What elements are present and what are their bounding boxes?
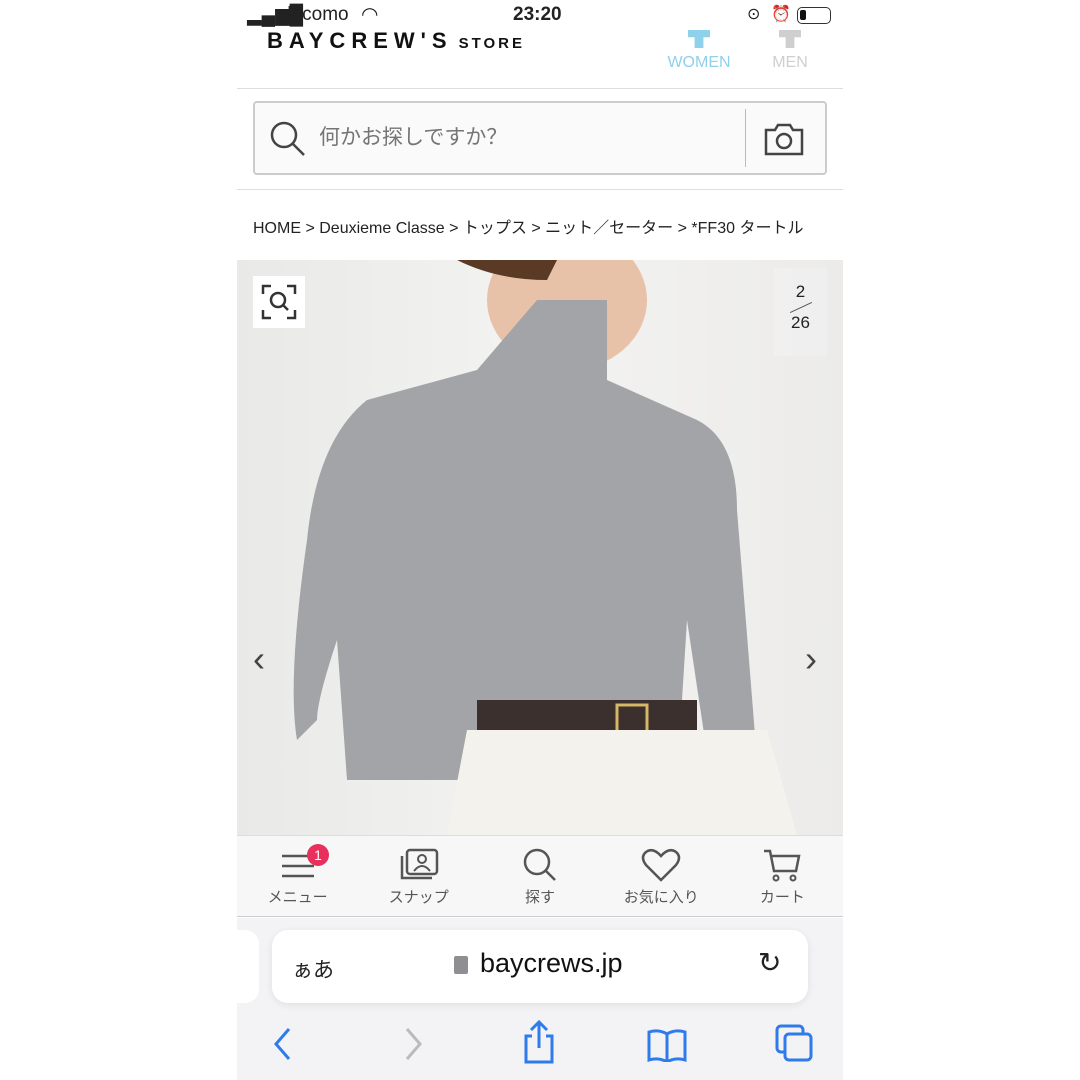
browser-toolbar: ぁあ baycrews.jp ↻ — [237, 918, 843, 1080]
snap-icon — [400, 848, 439, 880]
lock-icon — [454, 956, 468, 974]
nav-snap[interactable]: スナップ — [358, 836, 479, 916]
share-icon[interactable] — [522, 1020, 556, 1064]
search-bar[interactable] — [253, 101, 827, 175]
product-image[interactable]: 2 26 ‹ › — [237, 260, 843, 835]
breadcrumb-current: *FF30 タートル — [691, 220, 804, 237]
notification-badge: 1 — [307, 844, 329, 866]
nav-label: 探す — [525, 889, 556, 906]
cart-icon — [764, 849, 801, 882]
url-text: baycrews.jp — [480, 948, 623, 978]
prev-tab-preview[interactable] — [237, 930, 259, 1003]
breadcrumb-separator: > — [305, 220, 315, 237]
nav-label: スナップ — [388, 889, 449, 906]
search-icon — [523, 848, 556, 881]
clock: 23:20 — [513, 4, 562, 25]
breadcrumb-brand[interactable]: Deuxieme Classe — [319, 220, 444, 237]
prev-image-button[interactable]: ‹ — [253, 638, 265, 680]
divider — [237, 88, 843, 89]
breadcrumb-separator: > — [449, 220, 459, 237]
nav-cart[interactable]: カート — [722, 836, 843, 916]
breadcrumb-separator: > — [531, 220, 541, 237]
tab-women[interactable]: WOMEN — [659, 30, 739, 72]
forward-icon[interactable] — [401, 1026, 425, 1062]
address-bar[interactable]: ぁあ baycrews.jp ↻ — [272, 930, 808, 1003]
carrier: docomo — [281, 4, 349, 25]
camera-icon[interactable] — [763, 121, 805, 157]
tabs-icon[interactable] — [775, 1024, 815, 1064]
current-image: 2 — [795, 282, 806, 301]
shirt-icon — [688, 30, 710, 48]
next-image-button[interactable]: › — [805, 638, 817, 680]
rotation-lock-icon: ⊙ — [747, 6, 761, 23]
back-icon[interactable] — [271, 1026, 295, 1062]
alarm-icon: ⏰ — [771, 6, 791, 23]
zoom-icon — [261, 284, 297, 320]
reload-icon[interactable]: ↻ — [758, 946, 781, 979]
logo-text: BAYCREW'S — [267, 28, 453, 53]
nav-label: カート — [759, 889, 805, 906]
breadcrumb: HOME > Deuxieme Classe > トップス > ニット／セーター… — [253, 214, 803, 238]
nav-label: メニュー — [267, 889, 328, 906]
zoom-button[interactable] — [253, 276, 305, 328]
status-bar: ▂▄▆█ docomo ◠ 23:20 ⊙ ⏰ — [237, 4, 843, 30]
phone-screen: ▂▄▆█ docomo ◠ 23:20 ⊙ ⏰ BAYCREW'S STORE W… — [237, 0, 843, 1080]
tab-men-label: MEN — [772, 54, 808, 71]
nav-favorites[interactable]: お気に入り — [601, 836, 722, 916]
shirt-icon — [779, 30, 801, 48]
bottom-nav: 1 メニュー スナップ 探す お気に入り カート — [237, 835, 843, 917]
product-photo — [293, 260, 797, 835]
total-images: 26 — [791, 313, 810, 332]
image-counter: 2 26 — [774, 268, 827, 356]
battery-icon — [797, 7, 831, 24]
nav-menu[interactable]: 1 メニュー — [237, 836, 358, 916]
slash-divider — [789, 301, 812, 314]
search-input[interactable] — [319, 121, 739, 155]
breadcrumb-separator: > — [677, 220, 687, 237]
breadcrumb-home[interactable]: HOME — [253, 220, 301, 237]
tab-women-label: WOMEN — [667, 54, 731, 71]
tab-men[interactable]: MEN — [750, 30, 830, 72]
nav-search[interactable]: 探す — [479, 836, 600, 916]
divider — [237, 189, 843, 190]
search-icon — [270, 121, 305, 156]
breadcrumb-tops[interactable]: トップス — [463, 220, 527, 237]
logo-suffix: STORE — [458, 35, 525, 52]
store-logo[interactable]: BAYCREW'S STORE — [267, 28, 525, 54]
divider — [745, 109, 746, 167]
breadcrumb-knit[interactable]: ニット／セーター — [545, 220, 673, 237]
wifi-icon: ◠ — [361, 4, 379, 26]
bookmarks-icon[interactable] — [647, 1028, 687, 1062]
heart-icon — [641, 848, 681, 882]
nav-label: お気に入り — [623, 889, 699, 906]
text-size-button[interactable]: ぁあ — [292, 954, 334, 984]
